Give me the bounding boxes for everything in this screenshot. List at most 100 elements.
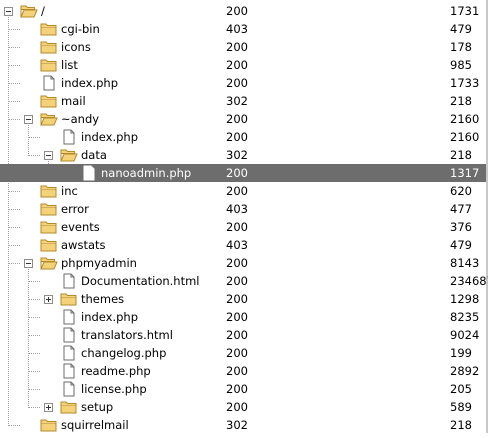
tree-row[interactable]: phpmyadmin 200 8143 — [0, 254, 486, 272]
content-size: 376 — [450, 220, 472, 234]
item-name: license.php — [81, 382, 147, 396]
content-size: 9024 — [450, 328, 480, 342]
tree-row[interactable]: squirrelmail 302 218 — [0, 416, 486, 434]
status-code: 200 — [226, 112, 248, 126]
item-name: awstats — [61, 238, 106, 252]
item-name: / — [41, 4, 45, 18]
folder-icon — [60, 399, 78, 415]
tree-row[interactable]: / 200 1731 — [0, 2, 486, 20]
file-icon — [60, 327, 78, 343]
item-name: error — [61, 202, 89, 216]
directory-tree: / 200 1731 cgi-bin 403 479 icons 200 178 list 200 9… — [0, 0, 488, 433]
file-icon — [60, 309, 78, 325]
status-code: 200 — [226, 130, 248, 144]
expand-icon[interactable] — [44, 295, 53, 304]
folder-icon — [40, 219, 58, 235]
content-size: 234687 — [450, 274, 488, 288]
tree-row[interactable]: readme.php 200 2892 — [0, 362, 486, 380]
item-name: changelog.php — [81, 346, 167, 360]
folder-icon — [60, 291, 78, 307]
item-name: cgi-bin — [61, 22, 100, 36]
content-size: 178 — [450, 40, 472, 54]
item-name: themes — [81, 292, 125, 306]
expand-icon[interactable] — [44, 403, 53, 412]
status-code: 403 — [226, 202, 248, 216]
tree-row[interactable]: awstats 403 479 — [0, 236, 486, 254]
tree-row[interactable]: events 200 376 — [0, 218, 486, 236]
status-code: 200 — [226, 274, 248, 288]
content-size: 1317 — [450, 166, 480, 180]
item-name: data — [81, 148, 107, 162]
item-name: inc — [61, 184, 78, 198]
tree-row[interactable]: cgi-bin 403 479 — [0, 20, 486, 38]
folder-open-icon — [20, 3, 38, 19]
file-icon — [60, 363, 78, 379]
item-name: ~andy — [61, 112, 100, 126]
content-size: 199 — [450, 346, 472, 360]
item-name: phpmyadmin — [61, 256, 137, 270]
content-size: 2892 — [450, 364, 480, 378]
content-size: 589 — [450, 400, 472, 414]
item-name: readme.php — [81, 364, 151, 378]
item-name: setup — [81, 400, 114, 414]
item-name: icons — [61, 40, 91, 54]
tree-row[interactable]: index.php 200 8235 — [0, 308, 486, 326]
tree-row[interactable]: error 403 477 — [0, 200, 486, 218]
status-code: 200 — [226, 58, 248, 72]
item-name: index.php — [61, 76, 119, 90]
collapse-icon[interactable] — [44, 151, 53, 160]
collapse-icon[interactable] — [24, 115, 33, 124]
collapse-icon[interactable] — [24, 259, 33, 268]
file-icon — [80, 165, 98, 181]
tree-row[interactable]: icons 200 178 — [0, 38, 486, 56]
status-code: 200 — [226, 382, 248, 396]
tree-row[interactable]: setup 200 589 — [0, 398, 486, 416]
item-name: translators.html — [81, 328, 173, 342]
status-code: 403 — [226, 238, 248, 252]
tree-row[interactable]: mail 302 218 — [0, 92, 486, 110]
tree-row[interactable]: inc 200 620 — [0, 182, 486, 200]
item-name: index.php — [81, 130, 139, 144]
tree-row[interactable]: list 200 985 — [0, 56, 486, 74]
tree-row[interactable]: ~andy 200 2160 — [0, 110, 486, 128]
content-size: 2160 — [450, 112, 480, 126]
file-icon — [60, 345, 78, 361]
status-code: 200 — [226, 184, 248, 198]
tree-row[interactable]: nanoadmin.php 200 1317 — [0, 164, 486, 182]
tree-row[interactable]: Documentation.html 200 234687 — [0, 272, 488, 290]
status-code: 302 — [226, 94, 248, 108]
content-size: 218 — [450, 94, 472, 108]
folder-icon — [40, 237, 58, 253]
status-code: 200 — [226, 364, 248, 378]
item-name: squirrelmail — [61, 418, 129, 432]
content-size: 985 — [450, 58, 472, 72]
tree-row[interactable]: index.php 200 2160 — [0, 128, 486, 146]
status-code: 302 — [226, 418, 248, 432]
tree-row[interactable]: data 302 218 — [0, 146, 486, 164]
status-code: 403 — [226, 22, 248, 36]
status-code: 200 — [226, 76, 248, 90]
tree-row[interactable]: changelog.php 200 199 — [0, 344, 486, 362]
folder-icon — [40, 39, 58, 55]
collapse-icon[interactable] — [4, 7, 13, 16]
content-size: 218 — [450, 418, 472, 432]
status-code: 200 — [226, 328, 248, 342]
tree-row[interactable]: translators.html 200 9024 — [0, 326, 486, 344]
tree-row[interactable]: themes 200 1298 — [0, 290, 486, 308]
item-name: Documentation.html — [81, 274, 200, 288]
content-size: 479 — [450, 22, 472, 36]
item-name: list — [61, 58, 78, 72]
status-code: 200 — [226, 166, 248, 180]
content-size: 8235 — [450, 310, 480, 324]
tree-row[interactable]: license.php 200 205 — [0, 380, 486, 398]
content-size: 8143 — [450, 256, 480, 270]
folder-icon — [40, 93, 58, 109]
content-size: 2160 — [450, 130, 480, 144]
content-size: 218 — [450, 148, 472, 162]
content-size: 477 — [450, 202, 472, 216]
tree-row[interactable]: index.php 200 1733 — [0, 74, 486, 92]
item-name: nanoadmin.php — [101, 166, 192, 180]
folder-icon — [40, 57, 58, 73]
status-code: 200 — [226, 4, 248, 18]
status-code: 200 — [226, 40, 248, 54]
